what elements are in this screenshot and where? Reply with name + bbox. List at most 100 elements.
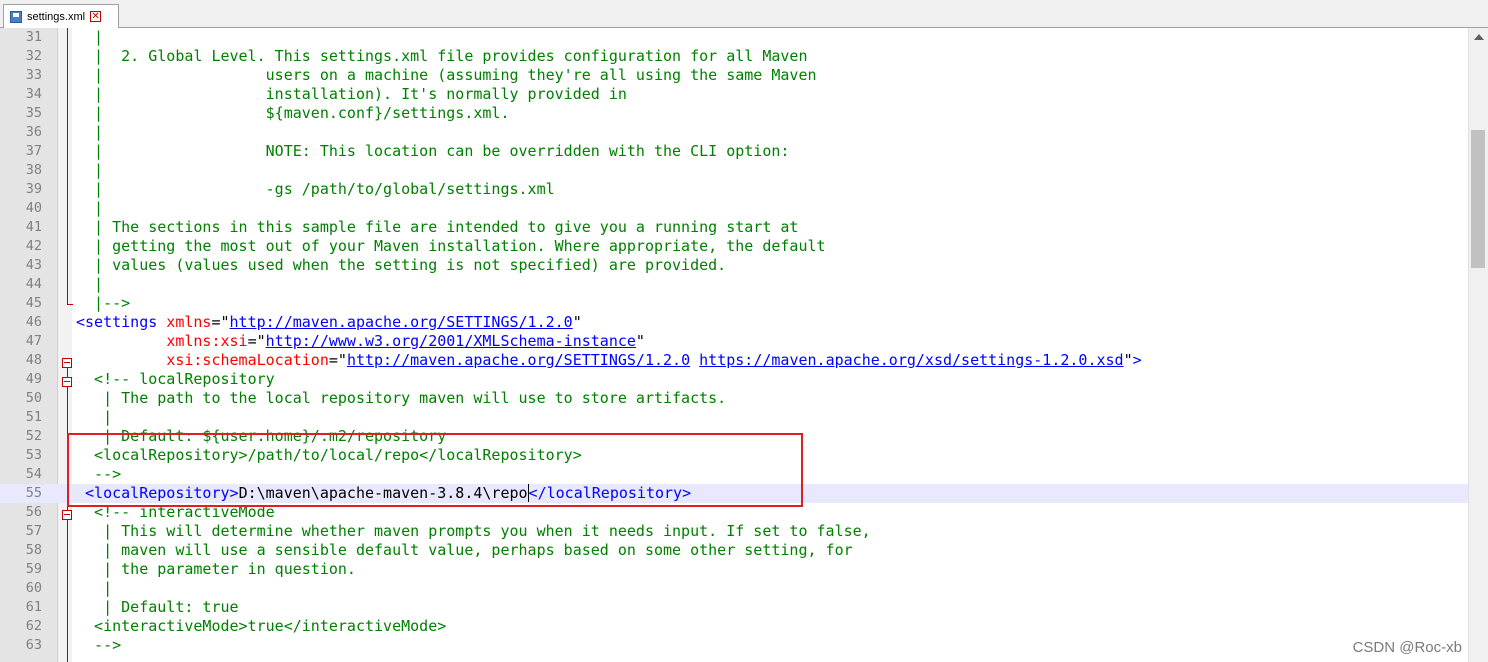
line-number: 47 [25, 333, 42, 349]
line-number: 35 [25, 105, 42, 121]
scroll-up-arrow-icon[interactable] [1474, 34, 1484, 40]
xml-attribute: xmlns [157, 313, 212, 331]
line-text: | The sections in this sample file are i… [76, 218, 799, 236]
line-text: | Default: ${user.home}/.m2/repository [76, 427, 447, 445]
line-text: | maven will use a sensible default valu… [76, 541, 853, 559]
code-line: 45 |--> [0, 294, 1468, 313]
line-text: | the parameter in question. [76, 560, 356, 578]
line-number: 48 [25, 352, 42, 368]
tab-bar: settings.xml ✕ [0, 0, 1488, 28]
code-line: 33 | users on a machine (assuming they'r… [0, 66, 1468, 85]
line-text: |--> [76, 294, 131, 312]
line-text: <interactiveMode>true</interactiveMode> [76, 617, 447, 635]
xml-attribute: xmlns:xsi [166, 332, 248, 350]
line-text: | [76, 579, 113, 597]
line-text: --> [76, 636, 122, 654]
line-text: | [76, 161, 104, 179]
line-number: 53 [25, 447, 42, 463]
code-line: 49 <!-- localRepository [0, 370, 1468, 389]
code-line: 39 | -gs /path/to/global/settings.xml [0, 180, 1468, 199]
code-line: 43 | values (values used when the settin… [0, 256, 1468, 275]
line-text: | users on a machine (assuming they're a… [76, 66, 817, 84]
scrollbar-thumb[interactable] [1471, 130, 1485, 268]
line-number: 52 [25, 428, 42, 444]
line-text: <!-- localRepository [76, 370, 275, 388]
url-link[interactable]: https://maven.apache.org/xsd/settings-1.… [699, 351, 1123, 369]
line-text: <localRepository>/path/to/local/repo</lo… [76, 446, 582, 464]
code-line: 56 <!-- interactiveMode [0, 503, 1468, 522]
tab-label: settings.xml [27, 10, 86, 23]
code-line: 41 | The sections in this sample file ar… [0, 218, 1468, 237]
xml-tag: <localRepository> [76, 484, 239, 502]
code-line-current[interactable]: 55 <localRepository>D:\maven\apache-mave… [0, 484, 1468, 503]
line-number: 45 [25, 295, 42, 311]
xml-equals: =" [211, 313, 230, 331]
code-line: 37 | NOTE: This location can be overridd… [0, 142, 1468, 161]
line-text: xmlns:xsi="http://www.w3.org/2001/XMLSch… [76, 332, 645, 351]
xml-attribute: xsi:schemaLocation [166, 351, 329, 369]
code-line: 52 | Default: ${user.home}/.m2/repositor… [0, 427, 1468, 446]
code-line: 38 | [0, 161, 1468, 180]
url-link[interactable]: http://maven.apache.org/SETTINGS/1.2.0 [347, 351, 690, 369]
line-number: 33 [25, 67, 42, 83]
watermark: CSDN @Roc-xb [1352, 639, 1462, 656]
line-text: | [76, 28, 104, 46]
code-line: 40 | [0, 199, 1468, 218]
code-line: 62 <interactiveMode>true</interactiveMod… [0, 617, 1468, 636]
code-line: 46 <settings xmlns="http://maven.apache.o… [0, 313, 1468, 332]
code-line: 34 | installation). It's normally provid… [0, 85, 1468, 104]
line-number: 37 [25, 143, 42, 159]
line-number: 42 [25, 238, 42, 254]
line-number: 50 [25, 390, 42, 406]
line-text: | 2. Global Level. This settings.xml fil… [76, 47, 808, 65]
code-line: 47 xmlns:xsi="http://www.w3.org/2001/XML… [0, 332, 1468, 351]
tab-settings-xml[interactable]: settings.xml ✕ [3, 4, 119, 28]
local-repository-value[interactable]: D:\maven\apache-maven-3.8.4\repo [239, 484, 528, 502]
xml-tag: <settings [76, 313, 158, 331]
xml-tag: </localRepository> [527, 484, 692, 502]
line-text: <!-- interactiveMode [76, 503, 275, 521]
xml-quote: " [1123, 351, 1133, 369]
line-text: | The path to the local repository maven… [76, 389, 727, 407]
close-tab-icon[interactable]: ✕ [90, 11, 102, 22]
line-text: | Default: true [76, 598, 239, 616]
code-line: 59 | the parameter in question. [0, 560, 1468, 579]
xml-quote: " [572, 313, 582, 331]
line-number: 41 [25, 219, 42, 235]
line-text: | NOTE: This location can be overridden … [76, 142, 790, 160]
line-text[interactable]: <localRepository>D:\maven\apache-maven-3… [76, 484, 692, 503]
code-line: 51 | [0, 408, 1468, 427]
vertical-scrollbar[interactable] [1468, 28, 1488, 662]
code-line: 48 xsi:schemaLocation="http://maven.apac… [0, 351, 1468, 370]
line-number: 46 [25, 314, 42, 330]
line-text: <settings xmlns="http://maven.apache.org… [76, 313, 582, 332]
line-number: 44 [25, 276, 42, 292]
line-number: 31 [25, 29, 42, 45]
code-editor[interactable]: 31 | 32 | 2. Global Level. This settings… [0, 28, 1468, 662]
code-line: 63 --> [0, 636, 1468, 655]
line-text: | This will determine whether maven prom… [76, 522, 871, 540]
line-text: xsi:schemaLocation="http://maven.apache.… [76, 351, 1141, 370]
line-number: 51 [25, 409, 42, 425]
line-number: 34 [25, 86, 42, 102]
line-number: 38 [25, 162, 42, 178]
code-line: 50 | The path to the local repository ma… [0, 389, 1468, 408]
line-number: 60 [25, 580, 42, 596]
line-text: --> [76, 465, 122, 483]
code-line: 36 | [0, 123, 1468, 142]
line-number: 54 [25, 466, 42, 482]
line-number: 55 [25, 485, 42, 501]
line-text: | values (values used when the setting i… [76, 256, 727, 274]
line-number: 39 [25, 181, 42, 197]
url-link[interactable]: http://www.w3.org/2001/XMLSchema-instanc… [266, 332, 636, 350]
line-number: 58 [25, 542, 42, 558]
line-number: 56 [25, 504, 42, 520]
save-disk-icon [10, 10, 22, 23]
code-line: 61 | Default: true [0, 598, 1468, 617]
url-link[interactable]: http://maven.apache.org/SETTINGS/1.2.0 [230, 313, 573, 331]
line-text: | [76, 123, 104, 141]
xml-quote: " [635, 332, 645, 350]
